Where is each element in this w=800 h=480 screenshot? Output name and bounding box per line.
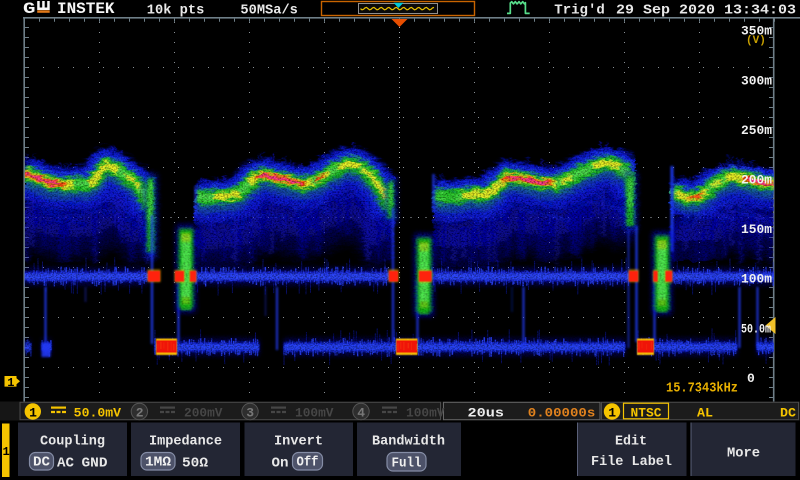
svg-text:G: G: [23, 0, 36, 18]
svg-text:0: 0: [747, 371, 755, 386]
svg-text:Coupling: Coupling: [40, 435, 105, 450]
svg-text:300m: 300m: [741, 74, 772, 89]
svg-text:Trig'd: Trig'd: [554, 3, 605, 19]
svg-text:More: More: [727, 447, 760, 462]
svg-text:(V): (V): [746, 35, 766, 47]
svg-text:10k pts: 10k pts: [147, 3, 205, 19]
svg-text:200m: 200m: [741, 173, 772, 188]
svg-text:100mV: 100mV: [406, 405, 445, 420]
svg-text:Invert: Invert: [274, 435, 323, 450]
svg-text:150m: 150m: [741, 222, 772, 237]
svg-text:100mV: 100mV: [295, 405, 334, 420]
svg-text:DC: DC: [780, 405, 796, 420]
svg-text:Bandwidth: Bandwidth: [372, 435, 445, 450]
svg-text:Full: Full: [392, 457, 422, 472]
svg-text:15.7343kHz: 15.7343kHz: [666, 382, 738, 397]
svg-text:1: 1: [29, 405, 37, 420]
svg-text:DC: DC: [33, 456, 50, 471]
svg-text:50MSa/s: 50MSa/s: [240, 3, 298, 19]
svg-text:4: 4: [357, 405, 365, 420]
svg-text:1: 1: [3, 445, 10, 459]
svg-text:50.0mV: 50.0mV: [74, 405, 121, 420]
svg-text:2: 2: [136, 405, 144, 420]
svg-text:50Ω: 50Ω: [182, 457, 208, 472]
svg-text:Off: Off: [297, 456, 319, 471]
svg-text:29 Sep 2020 13:34:03: 29 Sep 2020 13:34:03: [616, 3, 796, 19]
svg-text:200mV: 200mV: [184, 405, 223, 420]
svg-text:On: On: [272, 457, 289, 472]
svg-text:INSTEK: INSTEK: [57, 0, 115, 18]
svg-text:20us: 20us: [468, 405, 505, 420]
svg-text:250m: 250m: [741, 123, 772, 138]
svg-text:NTSC: NTSC: [631, 405, 662, 420]
svg-text:1MΩ: 1MΩ: [145, 456, 171, 471]
svg-text:100m: 100m: [741, 272, 772, 287]
svg-text:1: 1: [7, 376, 14, 390]
svg-text:0.00000s: 0.00000s: [528, 405, 596, 420]
svg-text:File Label: File Label: [591, 455, 672, 470]
svg-text:AL: AL: [697, 405, 713, 420]
svg-text:Edit: Edit: [615, 435, 647, 450]
svg-text:50.0m: 50.0m: [741, 322, 771, 337]
svg-text:AC: AC: [57, 457, 74, 472]
svg-text:3: 3: [246, 405, 254, 420]
svg-text:GND: GND: [82, 457, 108, 472]
svg-text:Impedance: Impedance: [149, 435, 222, 450]
svg-text:1: 1: [608, 405, 616, 420]
